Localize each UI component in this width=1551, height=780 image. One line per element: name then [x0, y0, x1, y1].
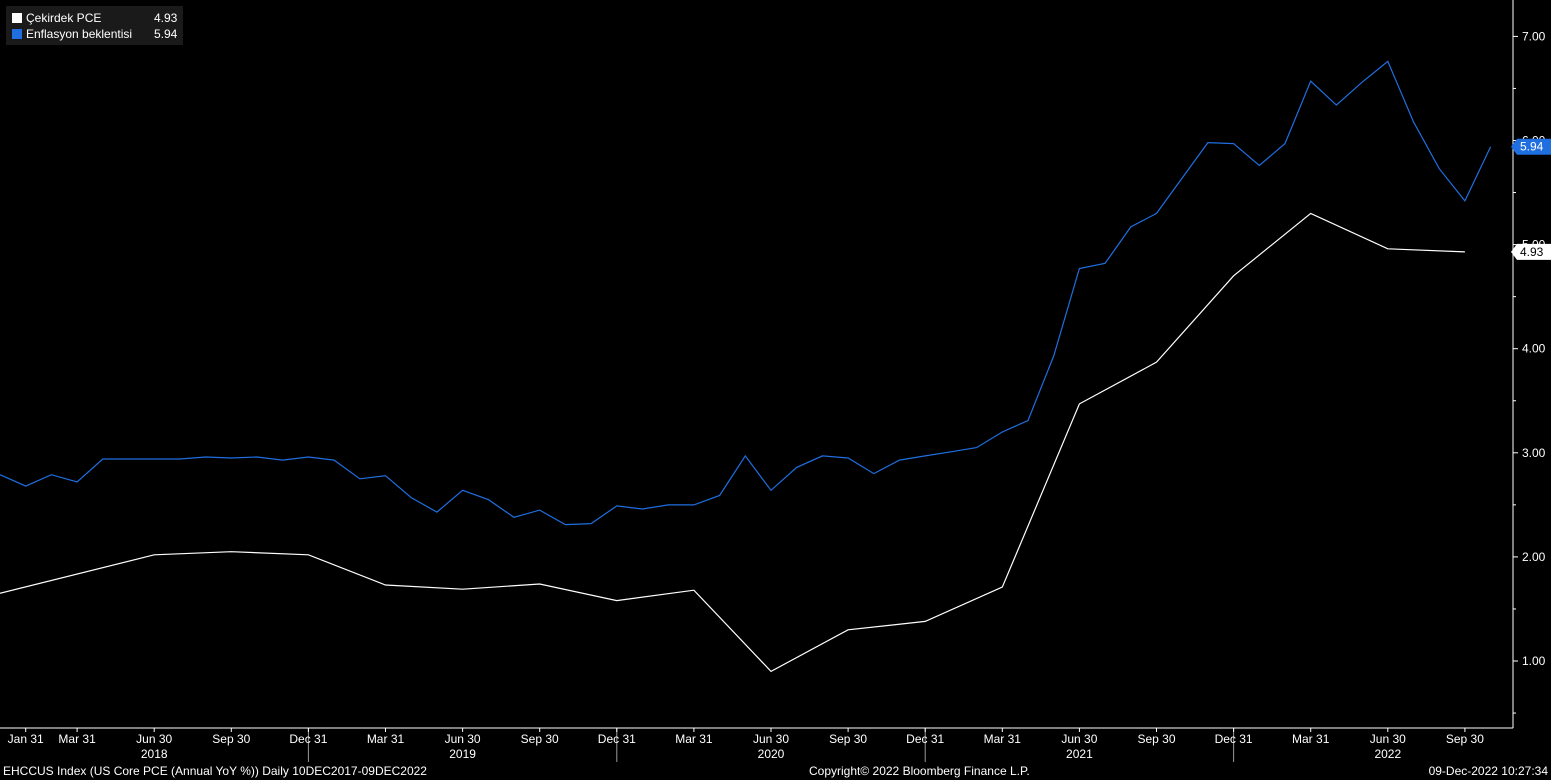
x-tick-label: Sep 30: [521, 732, 559, 746]
series-line-inflation-expectation: [0, 60, 1492, 526]
footer: EHCCUS Index (US Core PCE (Annual YoY %)…: [0, 763, 1551, 780]
x-tick-label: Sep 30: [829, 732, 867, 746]
y-tick-label: 3.00: [1522, 446, 1546, 460]
legend-item-core-pce: Çekirdek PCE 4.93: [12, 10, 177, 26]
legend: Çekirdek PCE 4.93 Enflasyon beklentisi 5…: [6, 6, 184, 45]
x-tick-label: Mar 31: [1292, 732, 1330, 746]
footer-source: EHCCUS Index (US Core PCE (Annual YoY %)…: [3, 764, 427, 778]
year-label: 2021: [1066, 747, 1093, 761]
x-tick-label: Mar 31: [367, 732, 405, 746]
x-tick-label: Jun 30: [136, 732, 172, 746]
x-tick-label: Jun 30: [445, 732, 481, 746]
x-tick-label: Mar 31: [984, 732, 1022, 746]
series-lines: [0, 60, 1492, 673]
footer-timestamp: 09-Dec-2022 10:27:34: [1428, 764, 1548, 778]
x-tick-label: Jun 30: [753, 732, 789, 746]
x-tick-label: Mar 31: [58, 732, 96, 746]
year-label: 2022: [1374, 747, 1401, 761]
year-label: 2019: [449, 747, 476, 761]
year-label: 2020: [758, 747, 785, 761]
plot-area: 1.002.003.004.005.006.007.00Jan 31Mar 31…: [0, 0, 1551, 762]
x-tick-label: Jan 31: [8, 732, 44, 746]
end-label-value: 4.93: [1520, 245, 1544, 259]
x-tick-label: Jun 30: [1370, 732, 1406, 746]
year-label: 2018: [141, 747, 168, 761]
axes: 1.002.003.004.005.006.007.00Jan 31Mar 31…: [0, 0, 1546, 762]
x-tick-label: Jun 30: [1061, 732, 1097, 746]
y-tick-label: 2.00: [1522, 550, 1546, 564]
legend-label: Çekirdek PCE: [26, 11, 102, 25]
legend-value: 5.94: [154, 27, 178, 41]
series-line-core-pce: [0, 212, 1465, 673]
legend-label: Enflasyon beklentisi: [26, 27, 133, 41]
y-tick-label: 7.00: [1522, 29, 1546, 43]
legend-swatch-icon: [12, 13, 22, 23]
end-label-value: 5.94: [1520, 140, 1544, 154]
legend-item-inflation-expectation: Enflasyon beklentisi 5.94: [12, 26, 177, 42]
footer-copyright: Copyright© 2022 Bloomberg Finance L.P.: [809, 764, 1030, 778]
legend-value: 4.93: [154, 11, 178, 25]
end-label-core-pce: 4.93: [1511, 243, 1551, 260]
end-label-inflation-expectation: 5.94: [1511, 138, 1551, 155]
chart: 1.002.003.004.005.006.007.00Jan 31Mar 31…: [0, 0, 1551, 780]
y-tick-label: 4.00: [1522, 342, 1546, 356]
x-tick-label: Sep 30: [212, 732, 250, 746]
x-tick-label: Mar 31: [675, 732, 713, 746]
x-tick-label: Sep 30: [1137, 732, 1175, 746]
legend-swatch-icon: [12, 29, 22, 39]
x-tick-label: Sep 30: [1446, 732, 1484, 746]
y-tick-label: 1.00: [1522, 654, 1546, 668]
